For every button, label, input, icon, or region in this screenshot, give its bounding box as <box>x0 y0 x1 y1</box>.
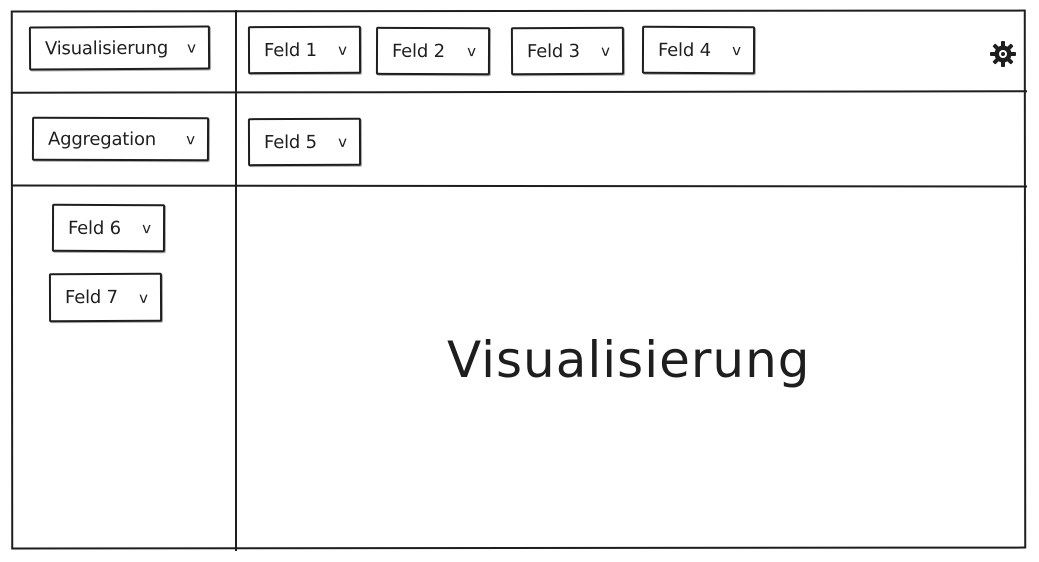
field-1-label: Feld 1 <box>263 39 317 61</box>
field-2-dropdown[interactable]: Feld 2 v <box>375 26 491 76</box>
chevron-down-icon: v <box>732 41 742 60</box>
field-5-dropdown[interactable]: Feld 5 v <box>247 117 362 167</box>
chevron-down-icon: v <box>142 219 152 238</box>
chevron-down-icon: v <box>338 40 348 59</box>
aggregation-label: Aggregation <box>47 128 157 150</box>
chevron-down-icon: v <box>139 288 149 307</box>
field-1-dropdown[interactable]: Feld 1 v <box>247 25 362 75</box>
field-7-dropdown[interactable]: Feld 7 v <box>48 272 163 323</box>
field-4-label: Feld 4 <box>657 39 711 61</box>
field-6-dropdown[interactable]: Feld 6 v <box>51 203 166 253</box>
field-5-label: Feld 5 <box>263 131 317 153</box>
chevron-down-icon: v <box>187 38 197 57</box>
field-6-label: Feld 6 <box>67 217 121 239</box>
aggregation-dropdown[interactable]: Aggregation v <box>31 116 210 162</box>
field-2-label: Feld 2 <box>391 40 445 62</box>
gear-icon[interactable] <box>989 40 1017 68</box>
chevron-down-icon: v <box>601 41 611 60</box>
field-3-dropdown[interactable]: Feld 3 v <box>510 26 625 76</box>
field-3-label: Feld 3 <box>526 40 580 62</box>
chevron-down-icon: v <box>338 132 348 151</box>
field-7-label: Feld 7 <box>64 286 118 309</box>
field-4-dropdown[interactable]: Feld 4 v <box>641 25 756 75</box>
chevron-down-icon: v <box>467 42 477 61</box>
visualization-type-label: Visualisierung <box>44 37 169 59</box>
chevron-down-icon: v <box>186 130 196 149</box>
visualization-type-dropdown[interactable]: Visualisierung v <box>28 25 211 71</box>
visualization-placeholder-title: Visualisierung <box>447 331 811 389</box>
